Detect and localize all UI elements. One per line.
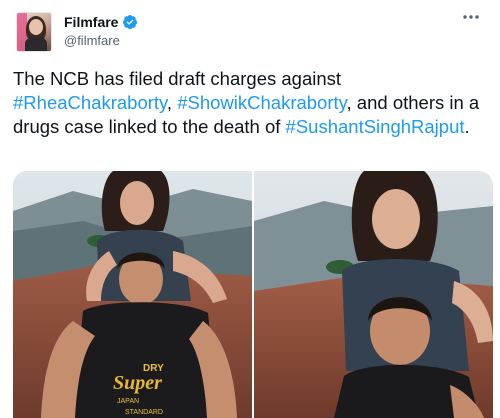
hashtag-link[interactable]: #SushantSinghRajput: [286, 116, 465, 137]
media-photo-left[interactable]: DRY Super JAPAN STANDARD: [13, 171, 252, 418]
shirt-text-bottom: STANDARD: [125, 409, 163, 416]
tweet-text-segment: The NCB has filed draft charges against: [13, 68, 342, 89]
more-options-button[interactable]: [460, 10, 482, 24]
couple-photo-left: DRY Super JAPAN STANDARD: [13, 171, 252, 418]
more-dots-icon: [463, 15, 479, 19]
media-photo-right[interactable]: [254, 171, 493, 418]
tweet-text: The NCB has filed draft charges against …: [13, 67, 493, 139]
shirt-text-logo: Super: [113, 372, 162, 394]
author-name[interactable]: Filmfare: [64, 14, 118, 30]
hashtag-link[interactable]: #RheaChakraborty: [13, 92, 167, 113]
tweet-text-segment: .: [464, 116, 470, 137]
author-name-row: Filmfare: [64, 14, 138, 30]
couple-photo-right: [254, 171, 493, 418]
author-avatar[interactable]: [16, 12, 52, 52]
hashtag-link[interactable]: #ShowikChakraborty: [177, 92, 346, 113]
tweet-card: Filmfare @filmfare The NCB has filed dra…: [0, 0, 500, 418]
verified-badge-icon: [123, 15, 138, 30]
tweet-media[interactable]: DRY Super JAPAN STANDARD: [13, 171, 493, 418]
tweet-text-segment: ,: [166, 92, 178, 113]
author-handle[interactable]: @filmfare: [64, 33, 120, 48]
shirt-text-sub: JAPAN: [117, 398, 139, 405]
